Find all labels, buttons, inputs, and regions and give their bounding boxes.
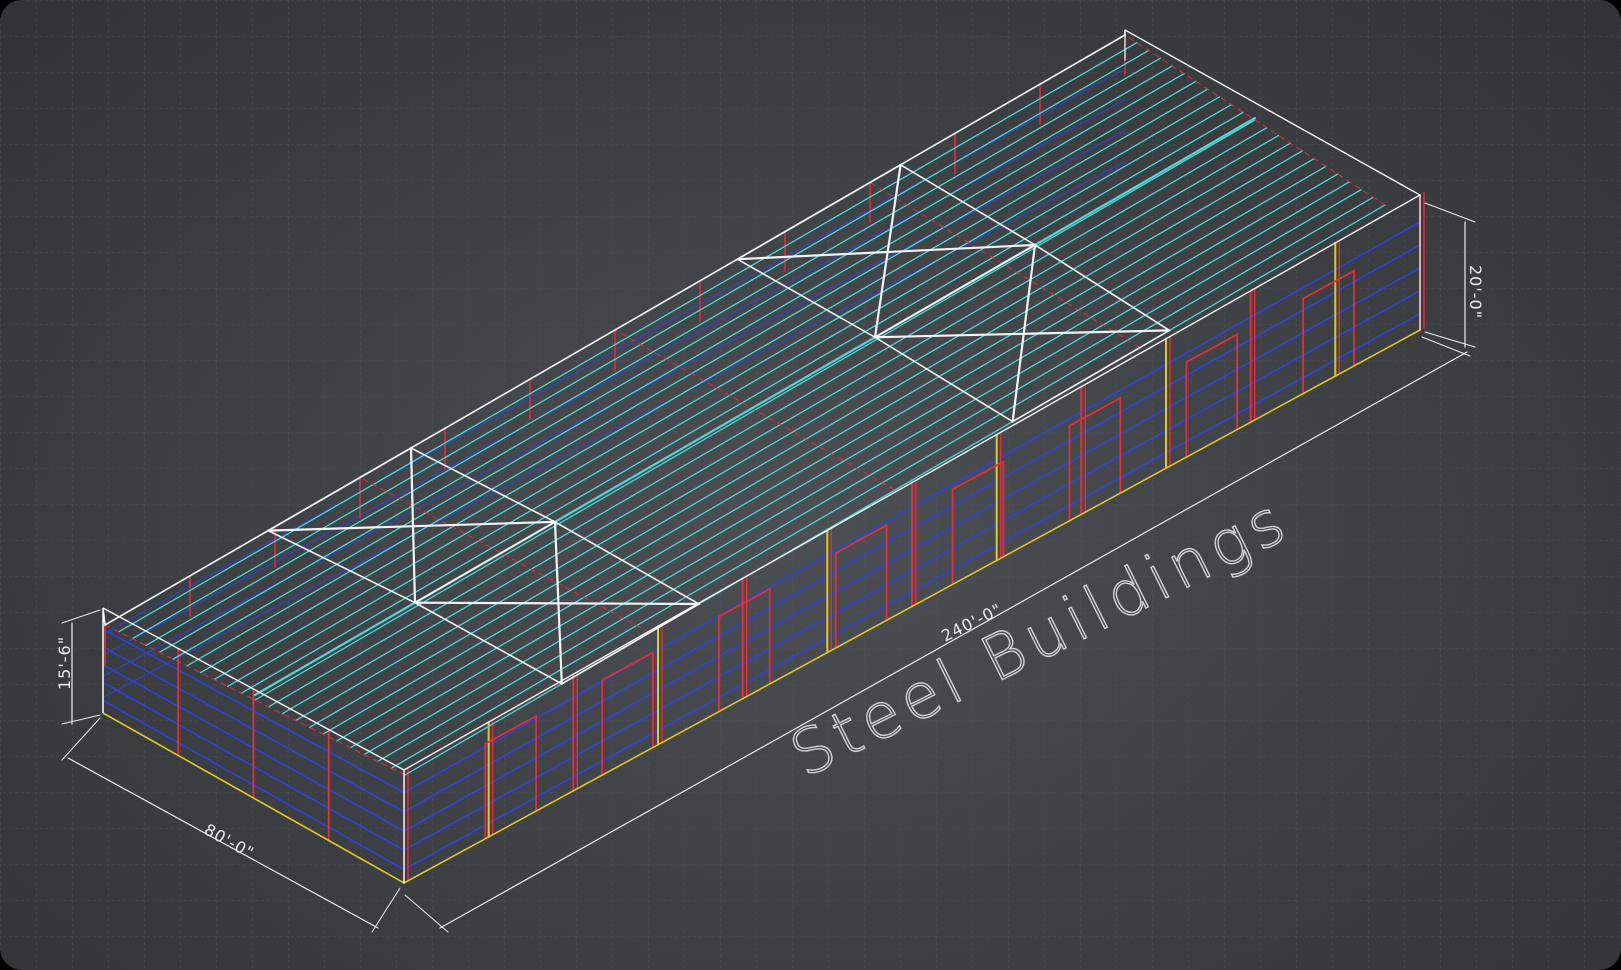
background-grid: [0, 0, 1621, 970]
roof-brace: [413, 601, 701, 606]
drawing-panel: Steel Buildings 240'-0" 80'-0" 15'-6" 20…: [0, 0, 1621, 970]
back-height-dimension-label: 20'-0": [1466, 265, 1485, 319]
front-height-dimension-label: 15'-6": [55, 636, 74, 690]
steel-building-isometric-drawing: Steel Buildings 240'-0" 80'-0" 15'-6" 20…: [0, 0, 1621, 970]
